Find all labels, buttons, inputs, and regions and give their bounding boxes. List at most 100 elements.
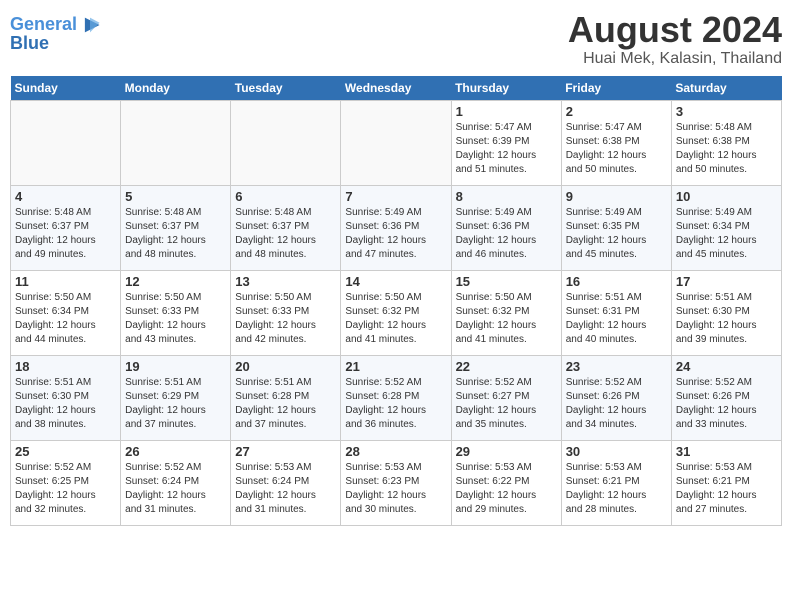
title-block: August 2024 Huai Mek, Kalasin, Thailand [568, 10, 782, 68]
calendar-cell: 22Sunrise: 5:52 AM Sunset: 6:27 PM Dayli… [451, 355, 561, 440]
calendar-cell: 30 Sunrise: 5:53 AM Sunset: 6:21 PM Dayli… [561, 440, 671, 525]
day-info: Sunrise: 5:52 AM Sunset: 6:27 PM Dayligh… [456, 376, 557, 432]
calendar-cell: 20 Sunrise: 5:51 AM Sunset: 6:28 PM Dayli… [231, 355, 341, 440]
day-number: 30 [566, 444, 667, 459]
calendar-cell: 8 Sunrise: 5:49 AM Sunset: 6:36 PM Daylig… [451, 185, 561, 270]
calendar-cell: 4Sunrise: 5:48 AM Sunset: 6:37 PM Daylig… [11, 185, 121, 270]
day-info: Sunrise: 5:50 AM Sunset: 6:32 PM Dayligh… [345, 291, 446, 347]
logo-blue-text: Blue [10, 34, 101, 54]
calendar-cell [121, 100, 231, 185]
col-header-thursday: Thursday [451, 76, 561, 101]
col-header-sunday: Sunday [11, 76, 121, 101]
col-header-tuesday: Tuesday [231, 76, 341, 101]
day-number: 21 [345, 359, 446, 374]
calendar-cell: 31Sunrise: 5:53 AM Sunset: 6:21 PM Dayli… [671, 440, 781, 525]
calendar-cell: 2Sunrise: 5:47 AM Sunset: 6:38 PM Daylig… [561, 100, 671, 185]
col-header-friday: Friday [561, 76, 671, 101]
calendar-cell: 29 Sunrise: 5:53 AM Sunset: 6:22 PM Dayli… [451, 440, 561, 525]
day-number: 15 [456, 274, 557, 289]
header-row: SundayMondayTuesdayWednesdayThursdayFrid… [11, 76, 782, 101]
day-number: 13 [235, 274, 336, 289]
week-row-4: 18Sunrise: 5:51 AM Sunset: 6:30 PM Dayli… [11, 355, 782, 440]
day-number: 14 [345, 274, 446, 289]
day-info: Sunrise: 5:53 AM Sunset: 6:21 PM Dayligh… [566, 461, 667, 517]
day-info: Sunrise: 5:47 AM Sunset: 6:39 PM Dayligh… [456, 121, 557, 177]
day-number: 1 [456, 104, 557, 119]
calendar-cell: 1 Sunrise: 5:47 AM Sunset: 6:39 PM Daylig… [451, 100, 561, 185]
calendar-cell: 18Sunrise: 5:51 AM Sunset: 6:30 PM Dayli… [11, 355, 121, 440]
calendar-cell: 17 Sunrise: 5:51 AM Sunset: 6:30 PM Dayli… [671, 270, 781, 355]
calendar-cell: 26 Sunrise: 5:52 AM Sunset: 6:24 PM Dayli… [121, 440, 231, 525]
calendar-cell: 6Sunrise: 5:48 AM Sunset: 6:37 PM Daylig… [231, 185, 341, 270]
day-number: 4 [15, 189, 116, 204]
day-info: Sunrise: 5:50 AM Sunset: 6:33 PM Dayligh… [235, 291, 336, 347]
day-info: Sunrise: 5:50 AM Sunset: 6:33 PM Dayligh… [125, 291, 226, 347]
day-number: 10 [676, 189, 777, 204]
logo-text: General [10, 15, 77, 35]
calendar-cell: 7 Sunrise: 5:49 AM Sunset: 6:36 PM Daylig… [341, 185, 451, 270]
day-number: 3 [676, 104, 777, 119]
col-header-wednesday: Wednesday [341, 76, 451, 101]
day-info: Sunrise: 5:51 AM Sunset: 6:30 PM Dayligh… [676, 291, 777, 347]
calendar-table: SundayMondayTuesdayWednesdayThursdayFrid… [10, 76, 782, 526]
day-info: Sunrise: 5:52 AM Sunset: 6:28 PM Dayligh… [345, 376, 446, 432]
day-number: 19 [125, 359, 226, 374]
day-number: 29 [456, 444, 557, 459]
day-info: Sunrise: 5:49 AM Sunset: 6:36 PM Dayligh… [345, 206, 446, 262]
calendar-cell: 15 Sunrise: 5:50 AM Sunset: 6:32 PM Dayli… [451, 270, 561, 355]
day-number: 9 [566, 189, 667, 204]
col-header-monday: Monday [121, 76, 231, 101]
week-row-1: 1 Sunrise: 5:47 AM Sunset: 6:39 PM Daylig… [11, 100, 782, 185]
calendar-cell [11, 100, 121, 185]
calendar-cell: 28 Sunrise: 5:53 AM Sunset: 6:23 PM Dayli… [341, 440, 451, 525]
day-number: 31 [676, 444, 777, 459]
calendar-cell: 16 Sunrise: 5:51 AM Sunset: 6:31 PM Dayli… [561, 270, 671, 355]
col-header-saturday: Saturday [671, 76, 781, 101]
month-title: August 2024 [568, 10, 782, 50]
calendar-cell [341, 100, 451, 185]
day-info: Sunrise: 5:53 AM Sunset: 6:22 PM Dayligh… [456, 461, 557, 517]
day-info: Sunrise: 5:49 AM Sunset: 6:36 PM Dayligh… [456, 206, 557, 262]
calendar-cell: 9Sunrise: 5:49 AM Sunset: 6:35 PM Daylig… [561, 185, 671, 270]
day-info: Sunrise: 5:50 AM Sunset: 6:32 PM Dayligh… [456, 291, 557, 347]
day-info: Sunrise: 5:49 AM Sunset: 6:34 PM Dayligh… [676, 206, 777, 262]
day-number: 26 [125, 444, 226, 459]
day-info: Sunrise: 5:48 AM Sunset: 6:38 PM Dayligh… [676, 121, 777, 177]
week-row-5: 25Sunrise: 5:52 AM Sunset: 6:25 PM Dayli… [11, 440, 782, 525]
day-number: 18 [15, 359, 116, 374]
day-number: 17 [676, 274, 777, 289]
day-info: Sunrise: 5:51 AM Sunset: 6:31 PM Dayligh… [566, 291, 667, 347]
logo-icon [79, 14, 101, 36]
page-header: General Blue August 2024 Huai Mek, Kalas… [10, 10, 782, 68]
calendar-cell: 11Sunrise: 5:50 AM Sunset: 6:34 PM Dayli… [11, 270, 121, 355]
day-number: 16 [566, 274, 667, 289]
day-info: Sunrise: 5:53 AM Sunset: 6:23 PM Dayligh… [345, 461, 446, 517]
calendar-cell: 23Sunrise: 5:52 AM Sunset: 6:26 PM Dayli… [561, 355, 671, 440]
logo: General Blue [10, 14, 101, 54]
day-number: 28 [345, 444, 446, 459]
day-info: Sunrise: 5:48 AM Sunset: 6:37 PM Dayligh… [125, 206, 226, 262]
day-number: 7 [345, 189, 446, 204]
day-number: 27 [235, 444, 336, 459]
calendar-cell: 25Sunrise: 5:52 AM Sunset: 6:25 PM Dayli… [11, 440, 121, 525]
day-number: 6 [235, 189, 336, 204]
calendar-cell: 13 Sunrise: 5:50 AM Sunset: 6:33 PM Dayli… [231, 270, 341, 355]
day-number: 20 [235, 359, 336, 374]
day-info: Sunrise: 5:53 AM Sunset: 6:24 PM Dayligh… [235, 461, 336, 517]
calendar-cell: 12 Sunrise: 5:50 AM Sunset: 6:33 PM Dayli… [121, 270, 231, 355]
day-info: Sunrise: 5:51 AM Sunset: 6:28 PM Dayligh… [235, 376, 336, 432]
calendar-cell [231, 100, 341, 185]
week-row-2: 4 Sunrise: 5:48 AM Sunset: 6:37 PM Daylig… [11, 185, 782, 270]
calendar-cell: 27 Sunrise: 5:53 AM Sunset: 6:24 PM Dayli… [231, 440, 341, 525]
day-info: Sunrise: 5:52 AM Sunset: 6:25 PM Dayligh… [15, 461, 116, 517]
day-info: Sunrise: 5:52 AM Sunset: 6:26 PM Dayligh… [566, 376, 667, 432]
location: Huai Mek, Kalasin, Thailand [568, 50, 782, 68]
day-number: 24 [676, 359, 777, 374]
day-info: Sunrise: 5:52 AM Sunset: 6:24 PM Dayligh… [125, 461, 226, 517]
calendar-cell: 19Sunrise: 5:51 AM Sunset: 6:29 PM Dayli… [121, 355, 231, 440]
day-number: 12 [125, 274, 226, 289]
day-number: 8 [456, 189, 557, 204]
calendar-cell: 24 Sunrise: 5:52 AM Sunset: 6:26 PM Dayli… [671, 355, 781, 440]
day-info: Sunrise: 5:50 AM Sunset: 6:34 PM Dayligh… [15, 291, 116, 347]
day-info: Sunrise: 5:52 AM Sunset: 6:26 PM Dayligh… [676, 376, 777, 432]
